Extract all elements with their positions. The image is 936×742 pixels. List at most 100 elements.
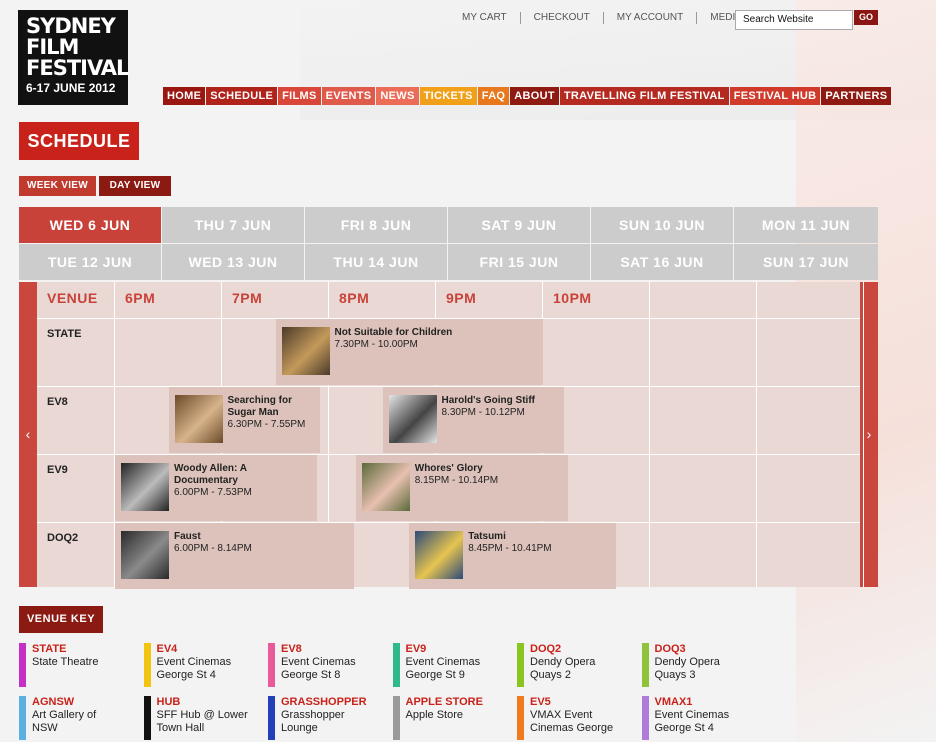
venue-code: HUB — [156, 696, 181, 708]
venue-description: NSW — [32, 722, 58, 734]
grid-body: VENUE 6PM 7PM 8PM 9PM 10PM STATE EV8 EV9 DOQ2 Not… — [37, 282, 864, 589]
event-tatsumi[interactable]: Tatsumi 8.45PM - 10.41PM — [409, 523, 617, 589]
venue-code: EV4 — [156, 643, 178, 655]
checkout-link[interactable]: CHECKOUT — [521, 12, 604, 24]
venue-code: DOQ3 — [654, 643, 686, 655]
venue-label-ev8: EV8 — [47, 396, 68, 408]
venue-description: Event Cinemas — [281, 656, 356, 668]
my-account-link[interactable]: MY ACCOUNT — [604, 12, 698, 24]
venue-description: Event Cinemas — [654, 709, 730, 721]
event-thumbnail[interactable] — [415, 531, 464, 579]
date-tab-wed-13-jun[interactable]: WED 13 JUN — [162, 244, 304, 280]
venue-code: GRASSHOPPER — [281, 696, 367, 708]
nav-item-about[interactable]: ABOUT — [510, 87, 559, 105]
date-tab-fri-15-jun[interactable]: FRI 15 JUN — [448, 244, 590, 280]
event-thumbnail[interactable] — [388, 395, 437, 443]
venue-color-bar — [641, 643, 649, 687]
logo-dates: 6-17 JUNE 2012 — [26, 81, 116, 95]
event-info: Faust 6.00PM - 8.14PM — [174, 531, 349, 555]
event-info: Tatsumi 8.45PM - 10.41PM — [468, 531, 611, 555]
time-column-header: 9PM — [446, 290, 477, 306]
nav-item-travelling-film-festival[interactable]: TRAVELLING FILM FESTIVAL — [559, 87, 729, 105]
venue-label-doq2: DOQ2 — [47, 532, 79, 544]
venue-color-bar — [19, 643, 26, 687]
event-info: Searching for Sugar Man 6.30PM - 7.55PM — [228, 395, 316, 431]
event-searching-for-sugar-man[interactable]: Searching for Sugar Man 6.30PM - 7.55PM — [168, 387, 321, 453]
venue-color-bar — [392, 643, 400, 687]
event-title[interactable]: Woody Allen: A Documentary — [174, 463, 312, 487]
event-thumbnail[interactable] — [121, 463, 169, 511]
date-tab-wed-6-jun[interactable]: WED 6 JUN — [19, 207, 161, 243]
date-tab-tue-12-jun[interactable]: TUE 12 JUN — [19, 244, 161, 280]
event-time: 6.00PM - 8.14PM — [174, 543, 252, 554]
page-title: SCHEDULE — [19, 122, 139, 160]
schedule-grid: ‹ › VENUE 6PM 7PM 8PM 9PM 10PM STATE EV8 EV9 DOQ… — [19, 282, 878, 589]
event-title[interactable]: Harold's Going Stiff — [442, 395, 560, 407]
venue-color-bar — [392, 696, 400, 740]
time-column-header: 10PM — [553, 290, 592, 306]
nav-item-faq[interactable]: FAQ — [477, 87, 510, 105]
date-tab-sun-10-jun[interactable]: SUN 10 JUN — [591, 207, 733, 243]
venue-code: EV5 — [530, 696, 551, 708]
venue-description: George St 9 — [405, 669, 465, 681]
event-not-suitable-for-children[interactable]: Not Suitable for Children 7.30PM - 10.00P… — [275, 319, 543, 385]
event-info: Harold's Going Stiff 8.30PM - 10.12PM — [442, 395, 560, 419]
event-title[interactable]: Not Suitable for Children — [335, 327, 539, 339]
week-view-button[interactable]: WEEK VIEW — [19, 176, 96, 196]
nav-item-news[interactable]: NEWS — [376, 87, 419, 105]
day-view-button[interactable]: DAY VIEW — [99, 176, 171, 196]
search-input[interactable]: Search Website — [735, 10, 853, 30]
venue-description: Dendy Opera — [654, 656, 720, 668]
date-tab-sat-9-jun[interactable]: SAT 9 JUN — [448, 207, 590, 243]
venue-key-item-doq2: DOQ2 Dendy Opera Quays 2 — [517, 643, 642, 687]
venue-label-state: STATE — [47, 328, 82, 340]
event-title[interactable]: Searching for Sugar Man — [228, 395, 316, 419]
event-title[interactable]: Faust — [174, 531, 349, 543]
venue-description: Art Gallery of — [32, 709, 97, 721]
my-cart-link[interactable]: MY CART — [449, 12, 521, 24]
venue-key-item-state: STATE State Theatre — [19, 643, 144, 687]
venue-code: AGNSW — [32, 696, 75, 708]
venue-code: VMAX1 — [654, 696, 693, 708]
venue-key-item-vmax1: VMAX1 Event Cinemas George St 4 — [641, 696, 767, 740]
event-woody-allen-a-documentary[interactable]: Woody Allen: A Documentary 6.00PM - 7.53P… — [115, 455, 317, 521]
event-thumbnail[interactable] — [174, 395, 223, 443]
nav-item-tickets[interactable]: TICKETS — [419, 87, 477, 105]
event-time: 7.30PM - 10.00PM — [334, 339, 418, 350]
festival-logo[interactable]: SYDNEY FILM FESTIVAL 6-17 JUNE 2012 — [18, 10, 129, 105]
search-go-button[interactable]: GO — [854, 10, 878, 25]
venue-key-item-agnsw: AGNSW Art Gallery of NSW — [19, 696, 144, 740]
venue-description: Town Hall — [156, 722, 205, 734]
nav-item-home[interactable]: HOME — [163, 87, 206, 105]
venue-color-bar — [268, 643, 275, 687]
date-tab-mon-11-jun[interactable]: MON 11 JUN — [734, 207, 878, 243]
nav-item-festival-hub[interactable]: FESTIVAL HUB — [729, 87, 821, 105]
event-faust[interactable]: Faust 6.00PM - 8.14PM — [115, 523, 354, 589]
venue-description: Quays 2 — [530, 669, 571, 681]
event-thumbnail[interactable] — [121, 531, 169, 579]
event-time: 8.30PM - 10.12PM — [441, 407, 525, 418]
event-harold-s-going-stiff[interactable]: Harold's Going Stiff 8.30PM - 10.12PM — [382, 387, 565, 453]
venue-description: George St 4 — [654, 722, 714, 734]
nav-item-schedule[interactable]: SCHEDULE — [206, 87, 278, 105]
event-whores-glory[interactable]: Whores' Glory 8.15PM - 10.14PM — [355, 455, 568, 521]
date-tab-thu-14-jun[interactable]: THU 14 JUN — [305, 244, 447, 280]
venue-key-item-grasshopper: GRASSHOPPER Grasshopper Lounge — [268, 696, 393, 740]
event-time: 8.15PM - 10.14PM — [414, 475, 499, 486]
venue-description: George St 4 — [156, 669, 216, 681]
utility-nav: MY CART CHECKOUT MY ACCOUNT MEDIA — [449, 12, 755, 24]
nav-item-events[interactable]: EVENTS — [321, 87, 376, 105]
event-thumbnail[interactable] — [281, 327, 330, 375]
event-title[interactable]: Tatsumi — [468, 531, 611, 543]
date-tab-sat-16-jun[interactable]: SAT 16 JUN — [591, 244, 733, 280]
prev-arrow-icon[interactable]: ‹ — [19, 282, 37, 587]
nav-item-partners[interactable]: PARTNERS — [821, 87, 892, 105]
date-tab-thu-7-jun[interactable]: THU 7 JUN — [162, 207, 304, 243]
date-tab-fri-8-jun[interactable]: FRI 8 JUN — [305, 207, 447, 243]
date-tab-row: WED 6 JUN THU 7 JUN FRI 8 JUN SAT 9 JUN SUN … — [19, 207, 878, 243]
event-title[interactable]: Whores' Glory — [415, 463, 563, 475]
nav-item-films[interactable]: FILMS — [278, 87, 321, 105]
event-thumbnail[interactable] — [361, 463, 410, 511]
venue-color-bar — [517, 643, 524, 687]
date-tab-sun-17-jun[interactable]: SUN 17 JUN — [734, 244, 878, 280]
